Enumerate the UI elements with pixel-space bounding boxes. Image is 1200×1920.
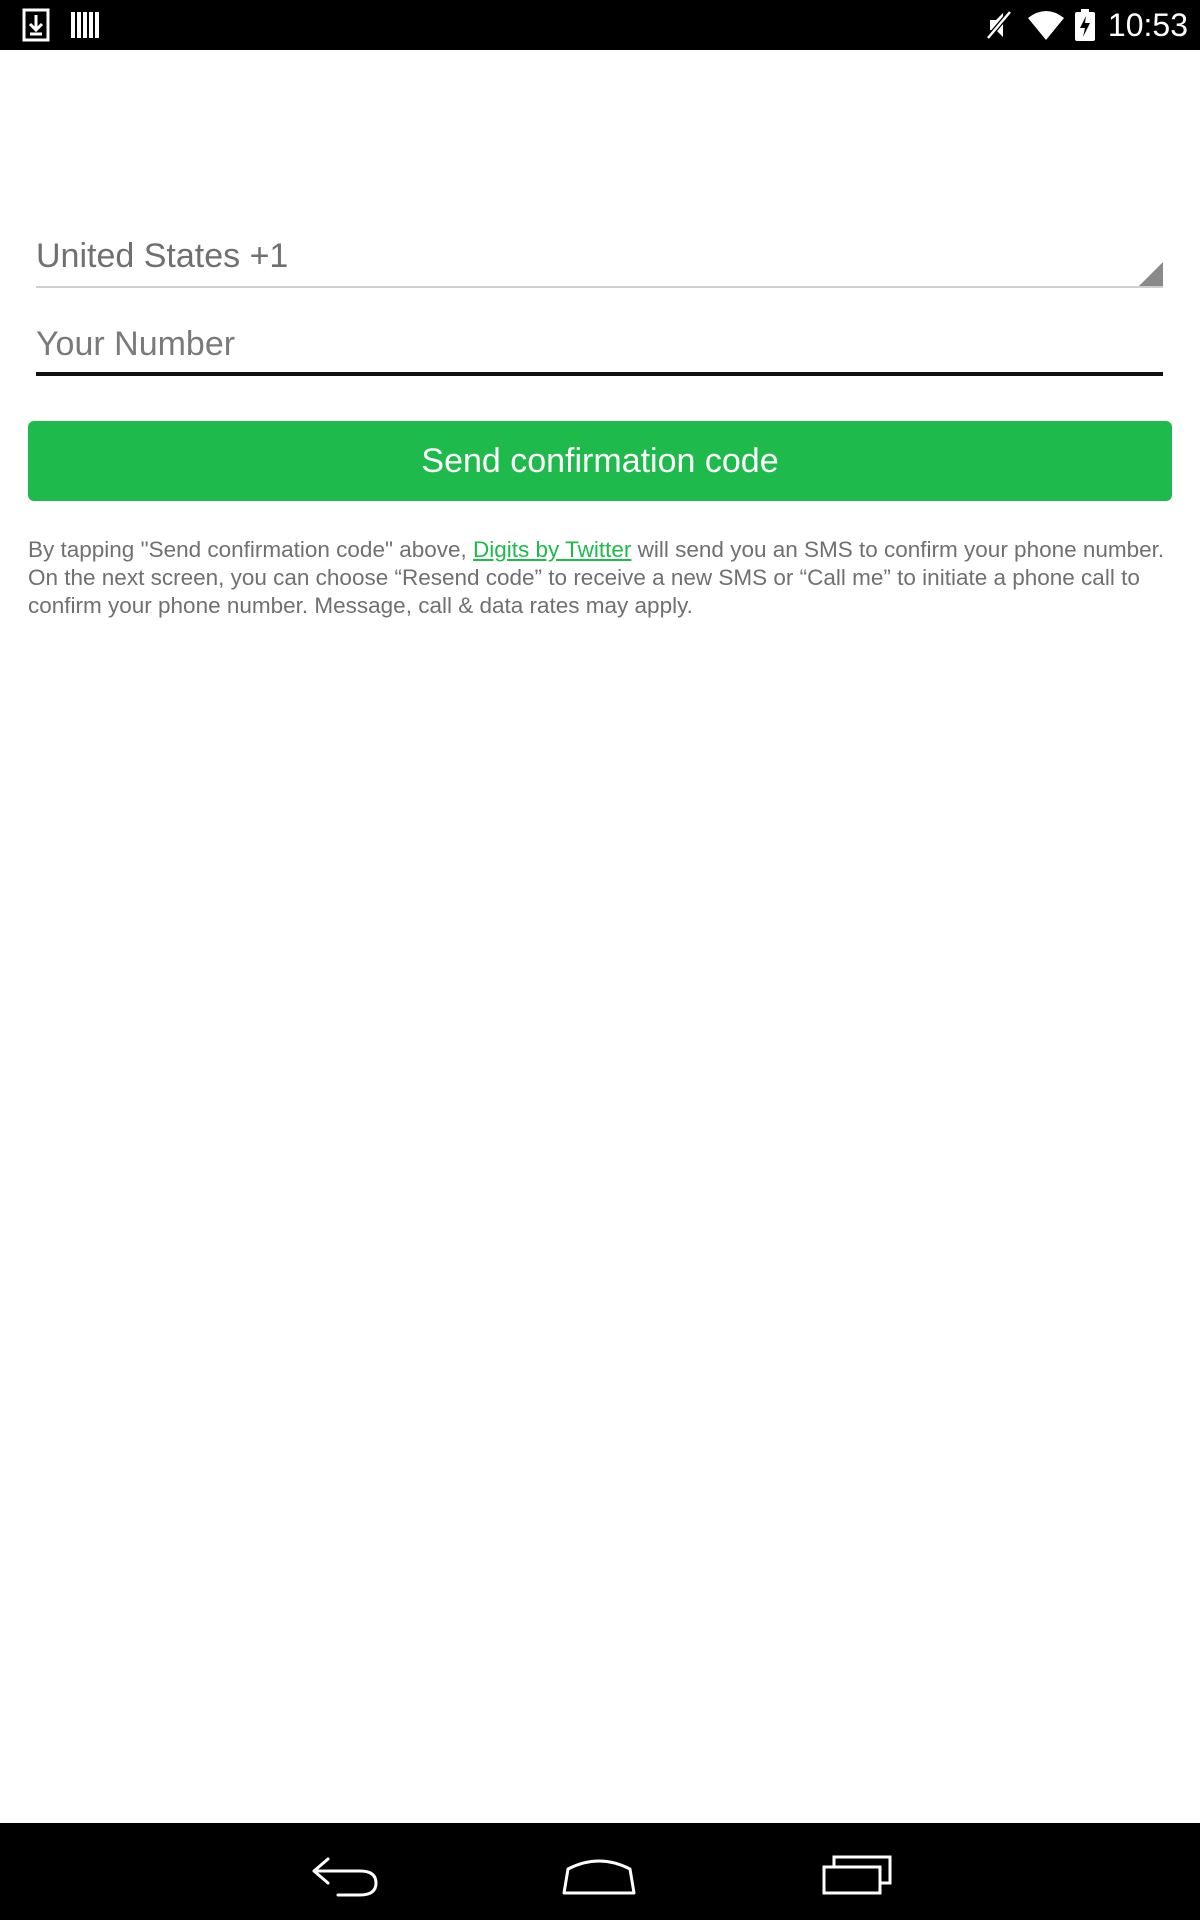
status-bar: 10:53 [0, 0, 1200, 50]
battery-charging-icon [1074, 8, 1096, 42]
barcode-icon [68, 8, 102, 42]
navigation-bar [0, 1823, 1200, 1920]
phone-number-input[interactable] [36, 316, 1163, 376]
dropdown-arrow-icon [1139, 262, 1163, 286]
status-time: 10:53 [1107, 7, 1188, 43]
digits-by-twitter-link[interactable]: Digits by Twitter [473, 537, 631, 562]
country-select[interactable]: United States +1 [36, 228, 1163, 288]
download-icon [20, 8, 54, 42]
send-confirmation-code-button[interactable]: Send confirmation code [28, 421, 1172, 501]
country-selected-value: United States +1 [36, 237, 289, 275]
recent-apps-icon[interactable] [814, 1841, 904, 1901]
disclaimer-text: By tapping "Send confirmation code" abov… [28, 536, 1178, 620]
wifi-icon [1026, 8, 1066, 42]
back-icon[interactable] [298, 1841, 388, 1901]
home-icon[interactable] [554, 1841, 644, 1901]
muted-icon [982, 8, 1016, 42]
disclaimer-before-link: By tapping "Send confirmation code" abov… [28, 537, 474, 562]
